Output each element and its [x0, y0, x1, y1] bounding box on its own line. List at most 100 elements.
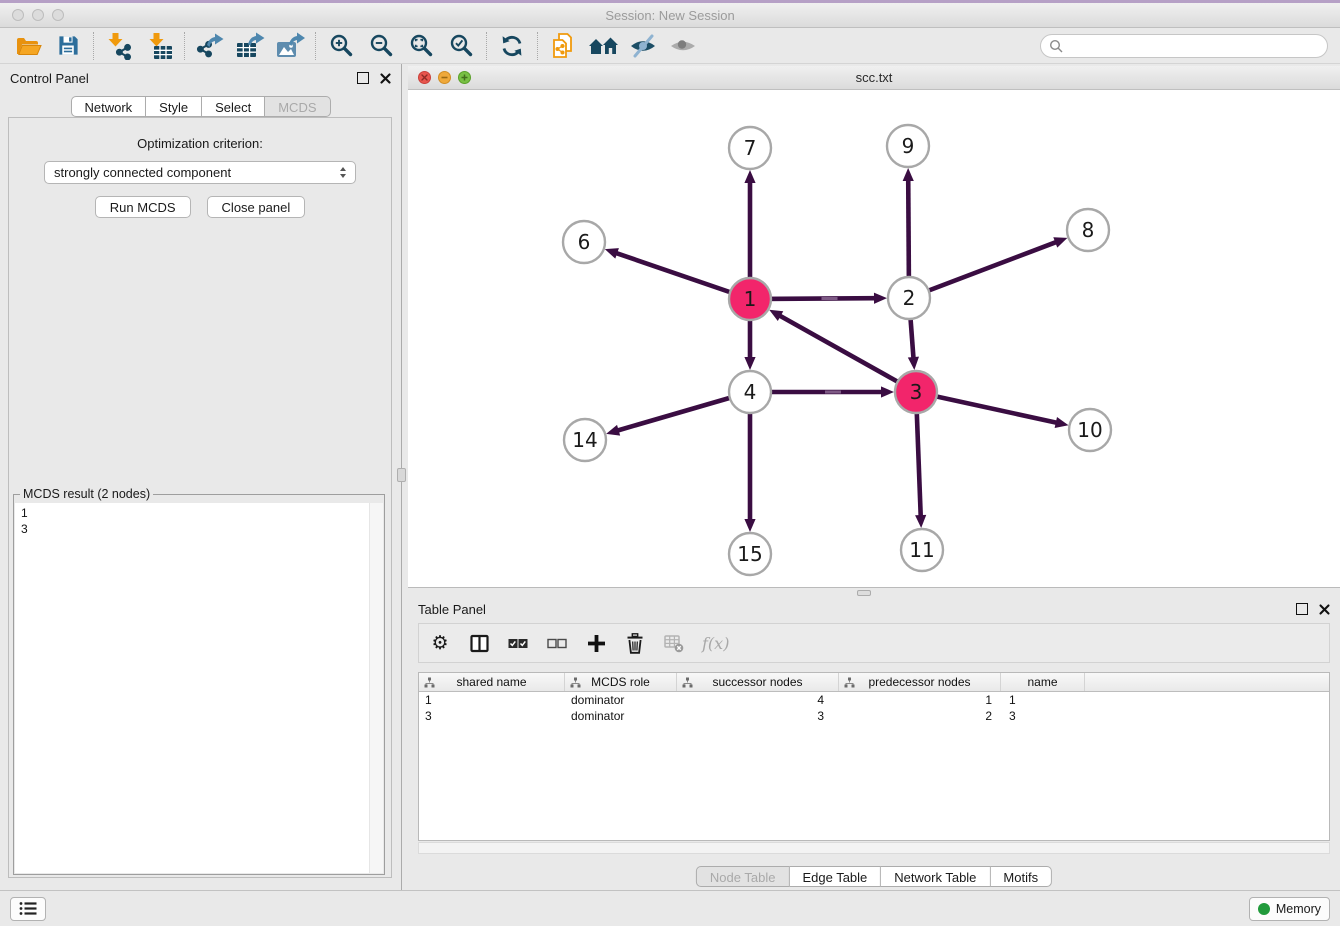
import-table-icon [145, 32, 173, 60]
tab-motifs[interactable]: Motifs [990, 866, 1052, 887]
delete-table-button[interactable] [663, 634, 685, 653]
cell-predecessor-nodes[interactable]: 2 [839, 709, 1001, 723]
graph-edge-arrowhead [606, 425, 620, 436]
window-controls [12, 9, 64, 21]
tab-style[interactable]: Style [146, 96, 202, 117]
task-history-button[interactable] [10, 897, 46, 921]
close-panel-icon[interactable] [380, 73, 391, 84]
network-zoom-button[interactable] [458, 71, 471, 84]
refresh-icon [499, 33, 525, 59]
apply-function-button[interactable]: f(x) [702, 634, 729, 653]
graph-edge-arrowhead [744, 170, 755, 183]
run-mcds-button[interactable]: Run MCDS [95, 196, 191, 218]
mcds-result-list[interactable]: 1 3 [15, 503, 383, 873]
network-canvas[interactable]: 1234678910111415 [408, 90, 1340, 587]
graph-edge-arrowhead [874, 293, 887, 304]
zoom-selected-icon [449, 33, 474, 58]
memory-label: Memory [1276, 902, 1321, 916]
column-header-name[interactable]: name [1001, 673, 1085, 691]
tab-mcds[interactable]: MCDS [265, 96, 330, 117]
splitter-grip[interactable] [397, 468, 406, 482]
splitter-grip[interactable] [857, 590, 871, 596]
tab-node-table[interactable]: Node Table [696, 866, 790, 887]
tab-network-table[interactable]: Network Table [881, 866, 990, 887]
first-neighbors-button[interactable] [585, 31, 621, 61]
cell-name[interactable]: 3 [1001, 709, 1085, 723]
graph-edge-arrowhead [605, 248, 619, 259]
window-minimize-button[interactable] [32, 9, 44, 21]
memory-button[interactable]: Memory [1249, 897, 1330, 921]
cell-predecessor-nodes[interactable]: 1 [839, 693, 1001, 707]
close-panel-icon[interactable] [1319, 604, 1330, 615]
column-header-shared-name[interactable]: shared name [419, 673, 565, 691]
graph-node-label: 11 [909, 538, 934, 562]
clone-network-button[interactable] [545, 31, 581, 61]
float-panel-button[interactable] [1296, 603, 1308, 615]
select-all-button[interactable] [507, 635, 529, 652]
table-row[interactable]: 3 dominator 3 2 3 [419, 708, 1329, 724]
column-header-predecessor-nodes[interactable]: predecessor nodes [839, 673, 1001, 691]
main-area: Control Panel Network Style Select MCDS … [0, 64, 1340, 890]
cell-mcds-role[interactable]: dominator [565, 693, 677, 707]
zoom-fit-button[interactable] [403, 31, 439, 61]
cell-shared-name[interactable]: 3 [419, 709, 565, 723]
panel-splitter-horizontal[interactable] [408, 587, 1340, 597]
column-header-successor-nodes[interactable]: successor nodes [677, 673, 839, 691]
export-network-button[interactable] [192, 31, 228, 61]
column-label: name [1027, 675, 1057, 689]
column-header-mcds-role[interactable]: MCDS role [565, 673, 677, 691]
cell-successor-nodes[interactable]: 4 [677, 693, 839, 707]
gear-icon: ⚙ [431, 634, 448, 653]
zoom-out-button[interactable] [363, 31, 399, 61]
deselect-all-button[interactable] [546, 635, 568, 652]
toggle-panel-mode-button[interactable] [468, 634, 490, 653]
open-session-button[interactable] [10, 31, 46, 61]
refresh-layout-button[interactable] [494, 31, 530, 61]
table-horizontal-scrollbar[interactable] [418, 842, 1330, 854]
table-row[interactable]: 1 dominator 4 1 1 [419, 692, 1329, 708]
tab-network[interactable]: Network [70, 96, 146, 117]
zoom-selected-button[interactable] [443, 31, 479, 61]
zoom-in-button[interactable] [323, 31, 359, 61]
network-minimize-button[interactable] [438, 71, 451, 84]
import-network-icon [105, 32, 133, 60]
graph-edge-3-1[interactable] [780, 316, 916, 392]
delete-row-button[interactable] [624, 633, 646, 654]
tab-select[interactable]: Select [202, 96, 265, 117]
columns-icon [470, 634, 489, 653]
save-session-button[interactable] [50, 31, 86, 61]
show-all-button[interactable] [665, 31, 701, 61]
cell-mcds-role[interactable]: dominator [565, 709, 677, 723]
export-image-button[interactable] [272, 31, 308, 61]
graph-node-label: 9 [902, 134, 915, 158]
mcds-result-group: MCDS result (2 nodes) 1 3 [13, 494, 385, 875]
network-close-button[interactable] [418, 71, 431, 84]
cell-successor-nodes[interactable]: 3 [677, 709, 839, 723]
graph-node-label: 7 [744, 136, 757, 160]
table-panel-header: Table Panel [408, 597, 1340, 621]
criterion-value: strongly connected component [54, 165, 231, 180]
cell-shared-name[interactable]: 1 [419, 693, 565, 707]
window-close-button[interactable] [12, 9, 24, 21]
export-table-button[interactable] [232, 31, 268, 61]
tab-edge-table[interactable]: Edge Table [789, 866, 881, 887]
float-panel-button[interactable] [357, 72, 369, 84]
graph-edge-2-8[interactable] [909, 242, 1056, 298]
import-table-button[interactable] [141, 31, 177, 61]
table-header-row: shared name MCDS role [419, 673, 1329, 692]
column-type-icon [844, 677, 855, 688]
edge-label-mark [825, 391, 841, 394]
result-scrollbar[interactable] [369, 503, 383, 873]
import-network-button[interactable] [101, 31, 137, 61]
node-table[interactable]: shared name MCDS role [418, 672, 1330, 841]
graph-node-label: 2 [903, 286, 916, 310]
criterion-select[interactable]: strongly connected component [44, 161, 356, 184]
cell-name[interactable]: 1 [1001, 693, 1085, 707]
add-row-button[interactable] [585, 634, 607, 653]
close-panel-button[interactable]: Close panel [207, 196, 306, 218]
hide-selected-button[interactable] [625, 31, 661, 61]
window-zoom-button[interactable] [52, 9, 64, 21]
column-settings-button[interactable]: ⚙ [429, 634, 451, 653]
search-input[interactable] [1069, 37, 1319, 54]
search-box[interactable] [1040, 34, 1328, 58]
